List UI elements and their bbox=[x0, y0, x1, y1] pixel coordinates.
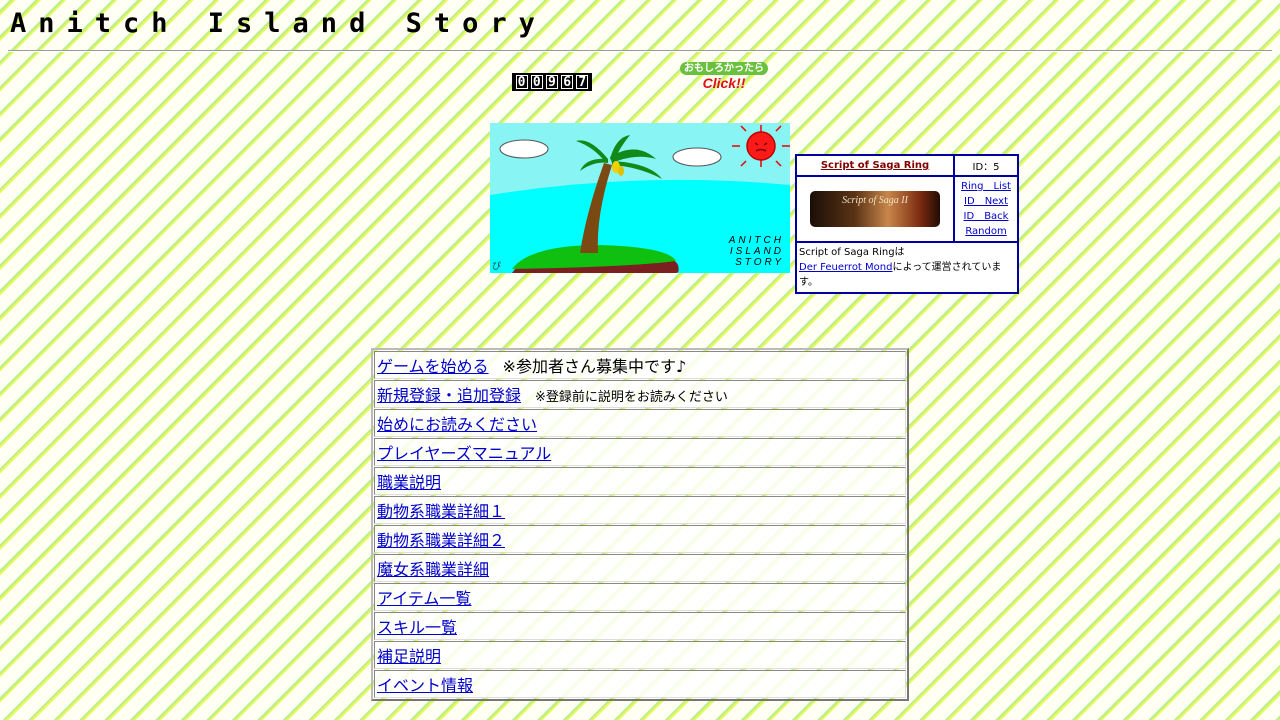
menu-note: ※参加者さん募集中です♪ bbox=[502, 357, 687, 376]
banner-logo-line: ANITCH bbox=[728, 235, 784, 246]
main-menu: ゲームを始める ※参加者さん募集中です♪ 新規登録・追加登録 ※登録前に説明をお読み… bbox=[371, 348, 909, 701]
counter-digit: 7 bbox=[576, 75, 589, 90]
webring-banner-image: Script of Saga II bbox=[810, 191, 941, 227]
site-title: Anitch Island Story bbox=[10, 8, 547, 39]
cloud-icon bbox=[672, 147, 722, 167]
banner-logo-text: ANITCH ISLAND STORY bbox=[729, 235, 784, 268]
access-counter: 0 0 9 6 7 bbox=[512, 73, 592, 91]
webring-admin-link[interactable]: Der Feuerrot Mond bbox=[799, 262, 892, 273]
webring-back-link[interactable]: ID Back bbox=[957, 209, 1015, 224]
menu-row: 新規登録・追加登録 ※登録前に説明をお読みください bbox=[374, 380, 906, 408]
menu-row: 魔女系職業詳細 bbox=[374, 554, 906, 582]
menu-row: スキル一覧 bbox=[374, 612, 906, 640]
webring-nav: Ring List ID Next ID Back Random bbox=[953, 175, 1019, 243]
counter-digit: 0 bbox=[515, 75, 528, 90]
vote-click-banner[interactable]: おもしろかったら Click!! bbox=[680, 62, 768, 94]
menu-note: ※登録前に説明をお読みください bbox=[535, 390, 728, 405]
menu-link-players-manual[interactable]: プレイヤーズマニュアル bbox=[377, 444, 551, 463]
webring-random-link[interactable]: Random bbox=[957, 224, 1015, 239]
vote-banner-caption: おもしろかったら bbox=[680, 62, 768, 75]
menu-row: イベント情報 bbox=[374, 670, 906, 698]
counter-digit: 9 bbox=[545, 75, 558, 90]
webring-description: Script of Saga Ringは Der Feuerrot Mondによ… bbox=[795, 241, 1019, 294]
menu-row: 動物系職業詳細２ bbox=[374, 525, 906, 553]
menu-link-supplement[interactable]: 補足説明 bbox=[377, 647, 441, 666]
counter-digit: 6 bbox=[561, 75, 574, 90]
webring-title-link[interactable]: Script of Saga Ring bbox=[821, 160, 929, 171]
webring-ring-list-link[interactable]: Ring List bbox=[957, 179, 1015, 194]
webring-title-cell: Script of Saga Ring bbox=[794, 154, 956, 177]
menu-row: 職業説明 bbox=[374, 467, 906, 495]
webring-image-cell: Script of Saga II bbox=[794, 175, 956, 243]
counter-digit: 0 bbox=[530, 75, 543, 90]
menu-link-register[interactable]: 新規登録・追加登録 bbox=[377, 386, 521, 405]
banner-logo-line: ISLAND bbox=[729, 246, 784, 257]
menu-link-read-first[interactable]: 始めにお読みください bbox=[377, 415, 537, 434]
webring-description-prefix: Script of Saga Ringは bbox=[799, 247, 905, 258]
menu-row: プレイヤーズマニュアル bbox=[374, 438, 906, 466]
menu-row: ゲームを始める ※参加者さん募集中です♪ bbox=[374, 351, 906, 379]
menu-row: 補足説明 bbox=[374, 641, 906, 669]
cloud-icon bbox=[499, 139, 549, 159]
banner-signature: ぴ bbox=[492, 262, 502, 272]
webring-banner-link[interactable]: Script of Saga II bbox=[799, 191, 951, 227]
webring-id: ID：5 bbox=[953, 154, 1019, 177]
vote-banner-click-text: Click!! bbox=[702, 75, 746, 91]
webring-next-link[interactable]: ID Next bbox=[957, 194, 1015, 209]
menu-row: 動物系職業詳細１ bbox=[374, 496, 906, 524]
menu-link-animal-jobs-1[interactable]: 動物系職業詳細１ bbox=[377, 502, 505, 521]
island-banner-image: ANITCH ISLAND STORY ぴ bbox=[490, 123, 790, 273]
banner-logo-line: STORY bbox=[735, 257, 784, 268]
title-divider bbox=[8, 50, 1272, 52]
menu-link-animal-jobs-2[interactable]: 動物系職業詳細２ bbox=[377, 531, 505, 550]
menu-link-skill-list[interactable]: スキル一覧 bbox=[377, 618, 457, 637]
menu-link-start-game[interactable]: ゲームを始める bbox=[377, 357, 489, 376]
webring-widget: Script of Saga Ring ID：5 Script of Saga … bbox=[794, 154, 1019, 294]
menu-row: 始めにお読みください bbox=[374, 409, 906, 437]
menu-link-witch-jobs[interactable]: 魔女系職業詳細 bbox=[377, 560, 489, 579]
menu-row: アイテム一覧 bbox=[374, 583, 906, 611]
menu-link-job-description[interactable]: 職業説明 bbox=[377, 473, 441, 492]
menu-link-event-info[interactable]: イベント情報 bbox=[377, 676, 473, 695]
menu-link-item-list[interactable]: アイテム一覧 bbox=[377, 589, 471, 608]
